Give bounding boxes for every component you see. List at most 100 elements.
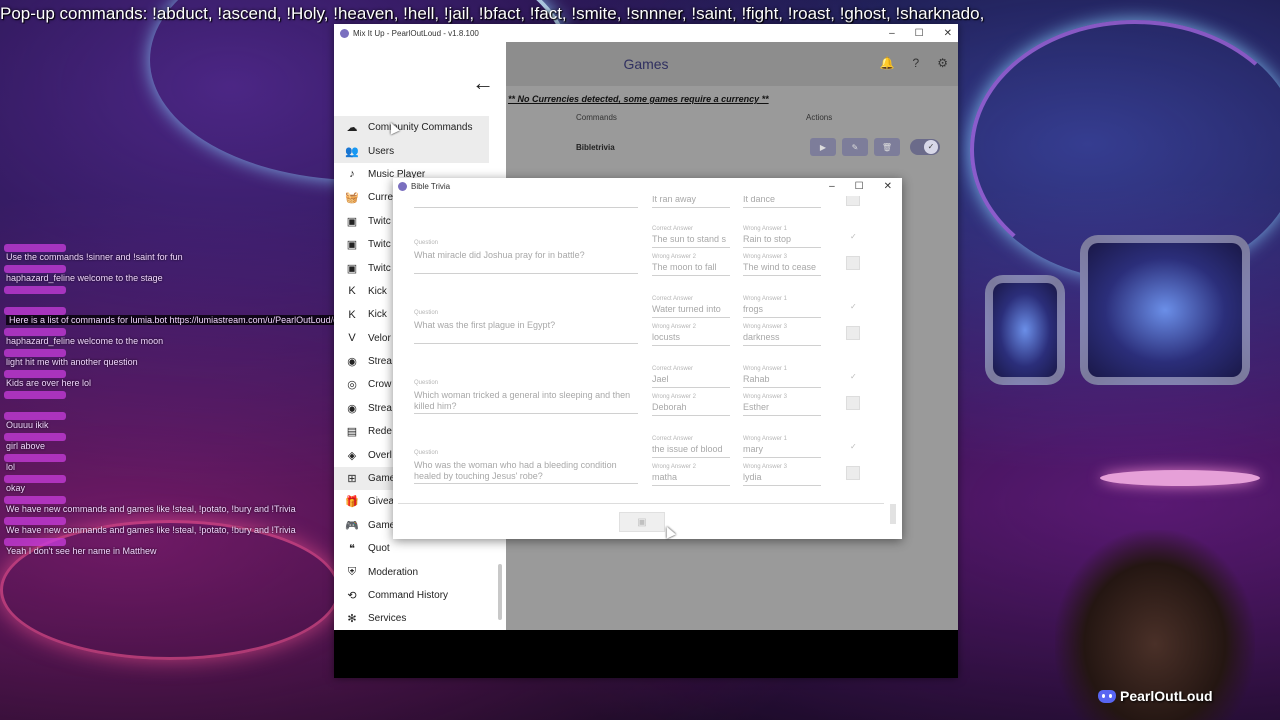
history-icon: ⟲ xyxy=(347,590,357,602)
currency-warning[interactable]: ** No Currencies detected, some games re… xyxy=(508,94,769,104)
sidebar-item-services[interactable]: ✻ Services xyxy=(334,607,506,630)
wrong-answer-3-field[interactable]: Wrong Answer 3 Esther xyxy=(743,394,821,416)
back-arrow-icon[interactable]: ← xyxy=(472,70,494,96)
field-value: Water turned into xyxy=(652,304,721,314)
correct-answer-field[interactable]: Correct Answer the issue of blood xyxy=(652,436,730,458)
redeem-icon: ▤ xyxy=(346,426,358,439)
dialog-minimize-button[interactable]: – xyxy=(829,181,835,192)
question-field[interactable]: Question Who was the woman who had a blee… xyxy=(414,450,638,484)
sidebar-item-users[interactable]: 👥 Users xyxy=(334,139,489,163)
sidebar-item-label: Curre xyxy=(368,192,394,204)
save-button[interactable]: ▣ xyxy=(619,512,665,532)
field-label: Wrong Answer 3 xyxy=(743,464,787,470)
chat-user-badge xyxy=(4,412,66,420)
field-label: Wrong Answer 2 xyxy=(652,324,696,330)
sidebar-item-label: Kick xyxy=(368,309,387,321)
sidebar-item-label: Users xyxy=(368,145,395,157)
wrong-answer-1-field[interactable]: Wrong Answer 1 frogs xyxy=(743,296,821,318)
wrong-answer-1-field[interactable]: Wrong Answer 1 Rahab xyxy=(743,366,821,388)
bell-icon[interactable]: 🔔 xyxy=(880,56,895,70)
wrong-answer-2-field[interactable]: It ran away xyxy=(652,196,730,208)
sidebar-item-label: Strea xyxy=(368,402,392,414)
chat-text: haphazard_feline welcome to the moon xyxy=(6,336,164,346)
delete-question-button[interactable] xyxy=(846,396,860,410)
correct-answer-field[interactable]: Correct Answer Water turned into xyxy=(652,296,730,318)
dialog-maximize-button[interactable]: ☐ xyxy=(855,181,864,192)
check-icon[interactable]: ✓ xyxy=(850,442,857,451)
wrong-answer-2-field[interactable]: Wrong Answer 2 Deborah xyxy=(652,394,730,416)
field-label: Question xyxy=(414,310,439,316)
app-logo-icon xyxy=(398,181,407,191)
maximize-button[interactable]: ☐ xyxy=(915,28,924,39)
twitch-icon: ▣ xyxy=(346,215,358,228)
chat-user-badge xyxy=(4,286,66,294)
chat-text: We have new commands and games like !ste… xyxy=(6,504,296,514)
field-label: Question xyxy=(414,240,439,246)
dialog-close-button[interactable]: ✕ xyxy=(884,181,892,192)
sidebar-item-label: Twitc xyxy=(368,215,391,227)
sidebar-scrollbar[interactable] xyxy=(498,564,502,620)
sidebar-item-label: Services xyxy=(368,613,407,625)
wrong-answer-1-field[interactable]: Wrong Answer 1 mary xyxy=(743,436,821,458)
field-label: Wrong Answer 1 xyxy=(743,226,787,232)
close-button[interactable]: ✕ xyxy=(944,28,952,39)
app-logo-icon xyxy=(340,28,349,38)
sidebar-item-command-history[interactable]: ⟲ Command History xyxy=(334,584,506,607)
app-titlebar: Mix It Up - PearlOutLoud - v1.8.100 – ☐ … xyxy=(334,24,958,42)
chat-user-badge xyxy=(4,517,66,525)
save-icon: ▣ xyxy=(637,516,647,528)
field-value: The sun to stand s xyxy=(652,234,727,244)
help-icon[interactable]: ? xyxy=(913,56,920,70)
chat-text: haphazard_feline welcome to the stage xyxy=(6,273,163,283)
minimize-button[interactable]: – xyxy=(889,28,895,39)
wrong-answer-1-field[interactable]: Wrong Answer 1 Rain to stop xyxy=(743,226,821,248)
edit-button[interactable]: ✎ xyxy=(842,138,868,156)
sidebar-item-moderation[interactable]: ⛨ Moderation xyxy=(334,560,506,583)
wrong-answer-3-field[interactable]: It dance xyxy=(743,196,821,208)
sidebar-item-label: Velor xyxy=(368,332,391,344)
delete-question-button[interactable] xyxy=(846,256,860,270)
field-label: Wrong Answer 3 xyxy=(743,324,787,330)
sidebar-item-quot[interactable]: ❝ Quot xyxy=(334,537,506,560)
enable-toggle[interactable] xyxy=(910,139,940,155)
wrong-answer-3-field[interactable]: Wrong Answer 3 darkness xyxy=(743,324,821,346)
sidebar-item-label: Moderation xyxy=(368,566,419,578)
wrong-answer-2-field[interactable]: Wrong Answer 2 matha xyxy=(652,464,730,486)
chat-user-badge xyxy=(4,370,66,378)
correct-answer-field[interactable]: Correct Answer Jael xyxy=(652,366,730,388)
stream-icon: ◉ xyxy=(347,402,357,415)
wrong-answer-2-field[interactable]: Wrong Answer 2 The moon to fall xyxy=(652,254,730,276)
question-field[interactable]: Question What miracle did Joshua pray for… xyxy=(414,240,638,274)
delete-button[interactable]: 🗑 xyxy=(874,138,900,156)
correct-answer-field[interactable]: Correct Answer The sun to stand s xyxy=(652,226,730,248)
streamer-name: PearlOutLoud xyxy=(1120,688,1213,704)
check-icon[interactable]: ✓ xyxy=(850,302,857,311)
chat-text: light hit me with another question xyxy=(6,357,138,367)
space-window-decoration xyxy=(985,275,1065,385)
basket-icon: 🧺 xyxy=(345,192,359,205)
play-button[interactable]: ▶ xyxy=(810,138,836,156)
wrong-answer-3-field[interactable]: Wrong Answer 3 lydia xyxy=(743,464,821,486)
sidebar-item-label: Quot xyxy=(368,543,390,555)
question-field[interactable]: Question What was the first plague in Egy… xyxy=(414,310,638,344)
question-field[interactable]: Question Which woman tricked a general in… xyxy=(414,380,638,414)
velora-icon: V xyxy=(348,332,356,345)
sidebar-item-label: Overl xyxy=(368,449,392,461)
question-field[interactable] xyxy=(414,196,638,208)
overlay-icon: ◈ xyxy=(347,449,357,462)
sidebar-item-community-commands[interactable]: ☁ Community Commands xyxy=(334,116,489,140)
chat-user-badge xyxy=(4,475,66,483)
field-label: Wrong Answer 1 xyxy=(743,296,787,302)
wrong-answer-3-field[interactable]: Wrong Answer 3 The wind to cease xyxy=(743,254,821,276)
field-value: Esther xyxy=(743,402,770,412)
users-icon: 👥 xyxy=(345,145,359,158)
delete-question-button[interactable] xyxy=(846,326,860,340)
game-controller-icon: 🎮 xyxy=(345,519,359,532)
check-icon[interactable]: ✓ xyxy=(850,372,857,381)
gear-icon[interactable]: ⚙ xyxy=(937,56,948,70)
check-icon[interactable]: ✓ xyxy=(850,232,857,241)
dialog-scrollbar[interactable] xyxy=(890,504,896,524)
delete-question-button[interactable] xyxy=(846,466,860,480)
delete-question-button[interactable] xyxy=(846,196,860,206)
wrong-answer-2-field[interactable]: Wrong Answer 2 locusts xyxy=(652,324,730,346)
